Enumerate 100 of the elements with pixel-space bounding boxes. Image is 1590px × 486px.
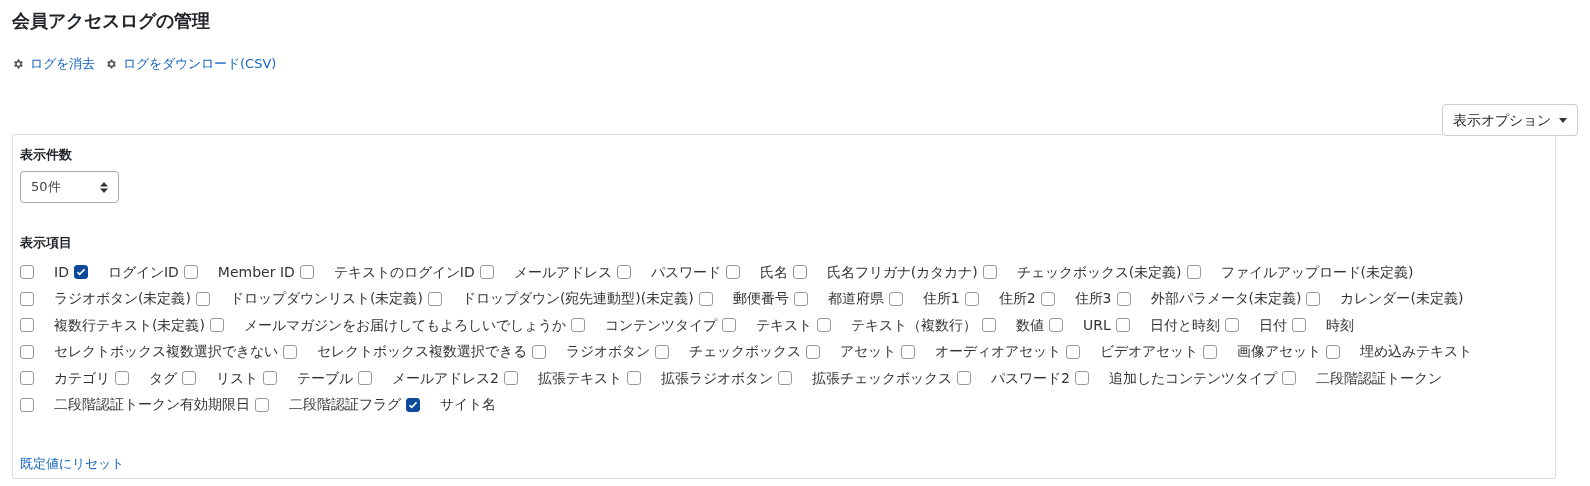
field-label: セレクトボックス複数選択できる	[316, 342, 528, 362]
checkbox[interactable]	[616, 265, 631, 280]
action-link[interactable]: ログを消去	[30, 54, 95, 74]
field-label: Member ID	[216, 262, 296, 282]
field-label: 拡張テキスト	[536, 368, 623, 388]
field-label: セレクトボックス複数選択できない	[53, 342, 279, 362]
checkbox[interactable]	[956, 371, 971, 386]
field-label: 日付と時刻	[1148, 315, 1221, 335]
checkbox[interactable]	[299, 265, 314, 280]
field-label: 追加したコンテンツタイプ	[1107, 368, 1279, 388]
checkbox[interactable]	[793, 291, 808, 306]
checkbox[interactable]	[1116, 291, 1131, 306]
gear-icon	[105, 58, 117, 70]
checkbox[interactable]	[792, 265, 807, 280]
checkbox[interactable]	[255, 397, 269, 412]
checkbox[interactable]	[1224, 318, 1239, 333]
checkbox[interactable]	[1291, 318, 1306, 333]
field-label: ドロップダウンリスト(未定義)	[228, 289, 424, 309]
field-label: 氏名	[758, 262, 789, 282]
field-label: チェックボックス	[688, 342, 802, 362]
section-label: 表示項目	[20, 234, 73, 252]
display-options-button[interactable]: 表示オプション	[1442, 104, 1578, 136]
checkbox[interactable]	[981, 318, 996, 333]
checkbox[interactable]	[982, 265, 997, 280]
field-label: 氏名フリガナ(カタカナ)	[825, 262, 979, 282]
checkbox[interactable]	[901, 344, 915, 359]
field-label: ドロップダウン(宛先連動型)(未定義)	[460, 289, 695, 309]
checkbox[interactable]	[1040, 291, 1055, 306]
checkbox[interactable]	[1066, 344, 1080, 359]
checkbox[interactable]	[209, 318, 224, 333]
checkbox[interactable]	[1306, 291, 1321, 306]
checkbox[interactable]	[115, 371, 129, 386]
checkbox[interactable]	[182, 371, 196, 386]
field-label: コンテンツタイプ	[603, 315, 719, 335]
field-label: 拡張ラジオボタン	[659, 368, 774, 388]
checkbox[interactable]	[1186, 265, 1201, 280]
checkbox[interactable]	[1203, 344, 1217, 359]
field-label: テーブル	[296, 368, 354, 388]
checkbox[interactable]	[1326, 344, 1340, 359]
checkbox[interactable]	[20, 265, 34, 280]
field-label: アセット	[839, 342, 897, 362]
field-label: 画像アセット	[1236, 342, 1322, 362]
page-title: 会員アクセスログの管理	[12, 9, 211, 33]
field-label: 日付	[1257, 315, 1288, 335]
checkbox[interactable]	[1281, 371, 1296, 386]
checkbox[interactable]	[20, 397, 34, 412]
checkbox[interactable]	[888, 291, 903, 306]
checkbox[interactable]	[655, 344, 669, 359]
checkbox[interactable]	[964, 291, 979, 306]
field-label: ID	[53, 262, 70, 282]
field-label: ログインID	[106, 262, 180, 282]
field-label: カテゴリ	[53, 368, 111, 388]
checkbox[interactable]	[1115, 318, 1130, 333]
checkbox[interactable]	[20, 344, 34, 359]
field-label: 二段階認証フラグ	[288, 395, 402, 415]
field-label: 複数行テキスト(未定義)	[53, 315, 206, 335]
checkbox[interactable]	[816, 318, 831, 333]
field-label: 住所3	[1073, 289, 1113, 309]
field-label: カレンダー(未定義)	[1339, 289, 1465, 309]
field-label: パスワード	[649, 262, 722, 282]
field-label: ファイルアップロード(未定義)	[1219, 262, 1415, 282]
checkbox[interactable]	[1048, 318, 1063, 333]
checkbox[interactable]	[777, 371, 792, 386]
checkbox[interactable]	[503, 371, 518, 386]
checkbox[interactable]	[698, 291, 713, 306]
checkbox[interactable]	[263, 371, 277, 386]
field-label: 二段階認証トークン	[1314, 368, 1443, 388]
field-label: パスワード2	[989, 368, 1071, 388]
checkbox[interactable]	[570, 318, 585, 333]
field-label: 住所2	[997, 289, 1037, 309]
checkbox[interactable]	[358, 371, 372, 386]
field-label: テキスト（複数行）	[849, 315, 978, 335]
sort-arrows-icon	[100, 181, 108, 193]
checkbox[interactable]	[1074, 371, 1089, 386]
checkbox[interactable]	[626, 371, 641, 386]
checkbox[interactable]	[406, 397, 420, 412]
field-label: チェックボックス(未定義)	[1015, 262, 1183, 282]
checkbox[interactable]	[20, 371, 34, 386]
checkbox[interactable]	[183, 265, 198, 280]
checkbox[interactable]	[283, 344, 297, 359]
checkbox[interactable]	[725, 265, 740, 280]
checkbox[interactable]	[532, 344, 546, 359]
checkbox[interactable]	[20, 318, 34, 333]
checkbox[interactable]	[427, 291, 442, 306]
caret-icon	[1559, 117, 1567, 123]
page-size-select[interactable]: 50件	[20, 171, 119, 203]
checkbox[interactable]	[73, 265, 88, 280]
field-label: 外部パラメータ(未定義)	[1149, 289, 1303, 309]
field-label: サイト名	[439, 395, 497, 415]
checkbox[interactable]	[195, 291, 210, 306]
checkbox[interactable]	[806, 344, 820, 359]
reset-link[interactable]: 既定値にリセット	[20, 454, 124, 474]
gear-icon	[12, 58, 24, 70]
action-link[interactable]: ログをダウンロード(CSV)	[123, 54, 277, 74]
checkbox[interactable]	[479, 265, 494, 280]
field-label: 時刻	[1324, 315, 1355, 335]
checkbox[interactable]	[721, 318, 736, 333]
checkbox[interactable]	[20, 291, 34, 306]
field-label: 二段階認証トークン有効期限日	[53, 395, 251, 415]
field-label: テキストのログインID	[332, 262, 476, 282]
